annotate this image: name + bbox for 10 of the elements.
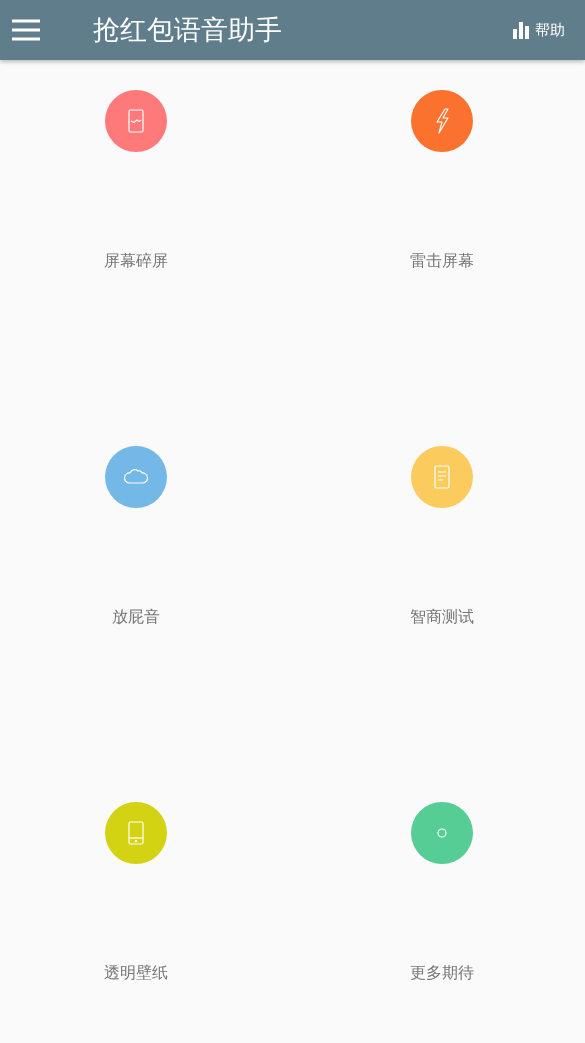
app-title: 抢红包语音助手 (93, 13, 283, 47)
menu-icon[interactable] (12, 19, 40, 41)
bar-chart-icon (512, 21, 530, 39)
help-button[interactable]: 帮助 (512, 20, 565, 40)
feature-label: 屏幕碎屏 (104, 251, 168, 272)
feature-label: 更多期待 (410, 963, 474, 984)
feature-label: 透明壁纸 (104, 963, 168, 984)
feature-label: 智商测试 (410, 607, 474, 628)
feature-label: 放屁音 (112, 607, 160, 628)
feature-label: 雷击屏幕 (410, 251, 474, 272)
